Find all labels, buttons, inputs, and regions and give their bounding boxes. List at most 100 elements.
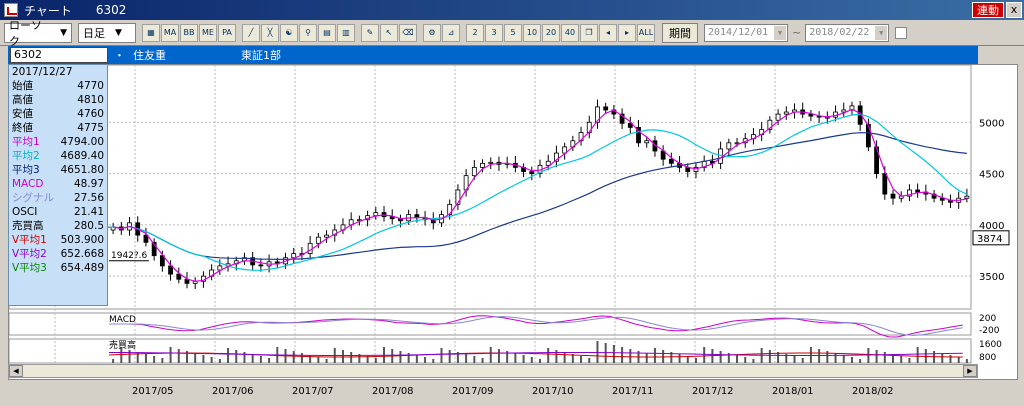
market-name: 東証1部 bbox=[241, 49, 281, 62]
x-tick-label: 2017/11 bbox=[612, 386, 654, 397]
search-chart-icon[interactable]: ⚙ bbox=[423, 23, 441, 42]
moving-average-icon[interactable]: MA bbox=[161, 23, 179, 42]
annotation-label: 1942?.6 bbox=[111, 251, 148, 261]
prev-period-icon[interactable]: ◂ bbox=[599, 23, 617, 42]
panel-row-label: 平均1 bbox=[12, 136, 40, 148]
candle-body bbox=[176, 273, 182, 280]
x-tick-label: 2018/01 bbox=[772, 386, 814, 397]
candle-body bbox=[373, 212, 379, 217]
panel-row: V平均1 503.900 bbox=[9, 233, 107, 247]
macd-pane-label: MACD bbox=[109, 315, 136, 325]
chart-svg[interactable]: 3500 4000 4500 5000 1942?.6 3874 MACD 200 -200 売買… bbox=[8, 64, 1019, 381]
candle-body bbox=[783, 111, 789, 115]
fibonacci-icon[interactable]: ⊿ bbox=[442, 23, 460, 42]
panel-row-value: 4810 bbox=[77, 94, 104, 106]
next-period-icon[interactable]: ▸ bbox=[618, 23, 636, 42]
stock-info-bar: 6302 ・ 住友重 東証1部 bbox=[8, 46, 978, 64]
period-button[interactable]: 期間 bbox=[662, 22, 698, 43]
candle-body bbox=[307, 242, 313, 255]
candle-body bbox=[471, 167, 477, 177]
panel-row-label: 高値 bbox=[12, 94, 33, 106]
price-pane bbox=[8, 64, 972, 310]
layout-20-icon[interactable]: 20 bbox=[542, 23, 560, 42]
price-tick-label: 3500 bbox=[979, 272, 1004, 283]
x-tick-label: 2017/06 bbox=[212, 386, 254, 397]
all-period-icon[interactable]: ALL bbox=[637, 23, 655, 42]
panel-row: V平均3 654.489 bbox=[9, 261, 107, 275]
candle-body bbox=[644, 140, 650, 144]
panel-row-value: 4775 bbox=[77, 122, 104, 134]
layout-2-icon[interactable]: 2 bbox=[466, 23, 484, 42]
panel-row-value: 4770 bbox=[77, 80, 104, 92]
panel-row-label: 平均3 bbox=[12, 164, 40, 176]
volume-pane-label: 売買高 bbox=[109, 339, 136, 351]
layout-5-icon[interactable]: 5 bbox=[504, 23, 522, 42]
candle-body bbox=[668, 158, 674, 164]
panel-row: 高値 4810 bbox=[9, 93, 107, 107]
panel-row-value: 652.668 bbox=[60, 248, 104, 260]
candle-body bbox=[726, 142, 732, 150]
moving-average-envelope-icon[interactable]: ME bbox=[199, 23, 217, 42]
close-button[interactable]: x bbox=[1006, 2, 1022, 18]
candle-body bbox=[291, 253, 297, 259]
panel-row-label: 平均2 bbox=[12, 150, 40, 162]
parabolic-icon[interactable]: PA bbox=[218, 23, 236, 42]
layout-10-icon[interactable]: 10 bbox=[523, 23, 541, 42]
cross-line-icon[interactable]: ╳ bbox=[261, 23, 279, 42]
candle-body bbox=[480, 162, 485, 168]
x-tick-label: 2017/08 bbox=[372, 386, 414, 397]
scroll-right-icon[interactable]: ▶ bbox=[963, 365, 977, 377]
chevron-down-icon[interactable]: ▼ bbox=[875, 25, 888, 40]
date-axis: 2017/05 2017/06 2017/07 2017/08 2017/09 2017/… bbox=[108, 380, 978, 402]
panel-row-label: V平均2 bbox=[12, 248, 47, 260]
overlay-pick-icon[interactable]: ▦ bbox=[142, 23, 160, 42]
eraser-icon[interactable]: ⌫ bbox=[399, 23, 417, 42]
panel-row-label: MACD bbox=[12, 178, 44, 190]
layout-3-icon[interactable]: 3 bbox=[485, 23, 503, 42]
date-to-field[interactable]: 2018/02/22 ▼ bbox=[805, 23, 890, 42]
magnifier-icon[interactable]: ⚲ bbox=[299, 23, 317, 42]
interval-value: 日足 bbox=[83, 26, 105, 40]
chart-type-dropdown[interactable]: ローソク ▼ bbox=[4, 19, 72, 48]
scale-icon[interactable]: ▥ bbox=[337, 23, 355, 42]
candle-body bbox=[882, 173, 888, 195]
chart-area[interactable]: 3500 4000 4500 5000 1942?.6 3874 MACD 200 -200 売買… bbox=[8, 64, 1018, 380]
bollinger-band-icon[interactable]: BB bbox=[180, 23, 198, 42]
candle-body bbox=[529, 171, 535, 174]
panel-date-value: 2017/12/27 bbox=[12, 66, 73, 78]
layout-100-icon[interactable]: ❐ bbox=[580, 23, 598, 42]
pointer-icon[interactable]: ↖ bbox=[380, 23, 398, 42]
scroll-left-icon[interactable]: ◀ bbox=[9, 365, 23, 377]
panel-row: MACD 48.97 bbox=[9, 177, 107, 191]
candle-body bbox=[324, 234, 329, 238]
link-toggle-button[interactable]: 連動 bbox=[972, 2, 1004, 18]
price-tick-label: 4500 bbox=[979, 170, 1004, 181]
date-range-checkbox[interactable] bbox=[895, 26, 908, 39]
panel-row: 売買高 280.5 bbox=[9, 219, 107, 233]
volume-tick-label: 800 bbox=[979, 353, 996, 363]
layout-40-icon[interactable]: 40 bbox=[561, 23, 579, 42]
horizontal-scrollbar[interactable]: ◀ ▶ bbox=[8, 364, 978, 378]
trendline-icon[interactable]: ╱ bbox=[242, 23, 260, 42]
chevron-down-icon[interactable]: ▼ bbox=[774, 25, 786, 40]
panel-row-value: 4689.40 bbox=[60, 150, 104, 162]
panel-row: 安値 4760 bbox=[9, 107, 107, 121]
candle-body bbox=[603, 106, 609, 111]
range-separator: ~ bbox=[792, 26, 802, 39]
grid-icon[interactable]: ▤ bbox=[318, 23, 336, 42]
date-from-field[interactable]: 2014/12/01 ▼ bbox=[704, 23, 788, 42]
pencil-icon[interactable]: ✎ bbox=[361, 23, 379, 42]
panel-row-value: 503.900 bbox=[60, 234, 104, 246]
panel-row: 始値 4770 bbox=[9, 79, 107, 93]
data-panel: 2017/12/27 始値 4770 高値 4810 安値 4760 終値 4775 平均1 47… bbox=[8, 64, 108, 306]
panel-row-label: V平均1 bbox=[12, 234, 47, 246]
panel-row-label: 安値 bbox=[12, 108, 33, 120]
interval-dropdown[interactable]: 日足 ▼ bbox=[78, 22, 136, 43]
stock-code-input[interactable]: 6302 bbox=[10, 47, 108, 63]
panel-row: 平均1 4794.00 bbox=[9, 135, 107, 149]
window-stock-code: 6302 bbox=[95, 3, 127, 17]
panel-row-label: V平均3 bbox=[12, 262, 47, 274]
info-separator: ・ bbox=[114, 49, 125, 62]
ichimoku-icon[interactable]: ☯ bbox=[280, 23, 298, 42]
macd-tick-label: 200 bbox=[979, 314, 996, 324]
